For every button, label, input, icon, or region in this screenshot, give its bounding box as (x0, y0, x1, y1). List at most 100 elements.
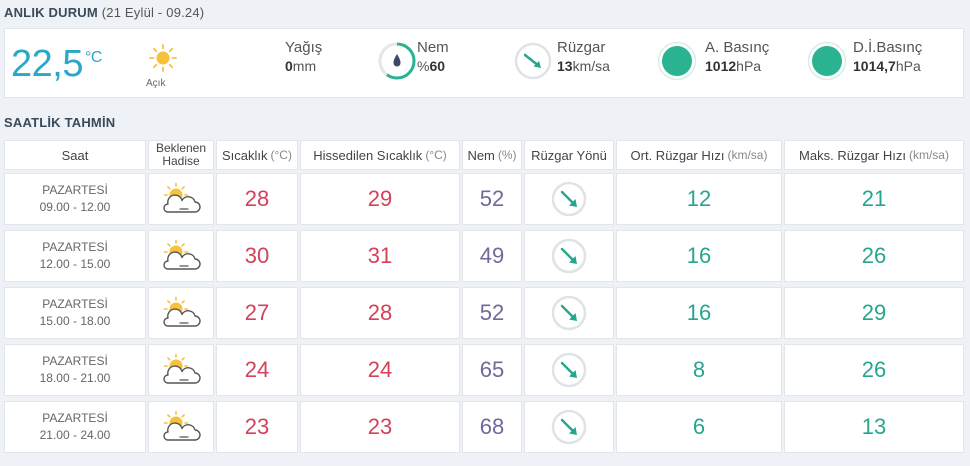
header-humidity-label: Nem (467, 147, 495, 163)
sea-pressure-value: 1014,7 (853, 58, 896, 74)
humidity-cell: 68 (462, 401, 522, 453)
event-cell (148, 230, 214, 282)
wind-direction-icon (513, 41, 553, 81)
header-wind-direction-label: Rüzgar Yönü (531, 147, 607, 163)
time-cell: PAZARTESİ 18.00 - 21.00 (4, 344, 146, 396)
wind-direction-icon (551, 352, 587, 388)
header-max-wind-unit: (km/sa) (908, 148, 949, 162)
time-cell: PAZARTESİ 15.00 - 18.00 (4, 287, 146, 339)
header-temperature-label: Sıcaklık (222, 147, 268, 163)
sea-pressure-label: D.İ.Basınç (853, 39, 923, 56)
pressure-label: A. Basınç (705, 39, 770, 56)
time-cell: PAZARTESİ 21.00 - 24.00 (4, 401, 146, 453)
max-wind-cell: 29 (784, 287, 964, 339)
temperature-value: 22,5 (11, 43, 83, 85)
wind-direction-cell (524, 287, 614, 339)
header-time-label: Saat (61, 147, 89, 163)
partly-cloudy-icon (163, 239, 201, 270)
current-temperature: 22,5 °C (11, 43, 102, 86)
partly-cloudy-icon (163, 353, 201, 384)
temperature-cell: 27 (216, 287, 298, 339)
time-cell: PAZARTESİ 09.00 - 12.00 (4, 173, 146, 225)
humidity-cell: 52 (462, 287, 522, 339)
pressure-unit: hPa (736, 58, 762, 74)
temperature-cell: 30 (216, 230, 298, 282)
row-day: PAZARTESİ (42, 354, 108, 368)
max-wind-cell: 26 (784, 230, 964, 282)
row-day: PAZARTESİ (42, 183, 108, 197)
feels-like-cell: 31 (300, 230, 460, 282)
avg-wind-cell: 16 (616, 287, 782, 339)
row-day: PAZARTESİ (42, 411, 108, 425)
header-humidity: Nem (%) (462, 140, 522, 170)
condition-text: Açık (146, 78, 166, 89)
wind-direction-icon (551, 238, 587, 274)
time-cell: PAZARTESİ 12.00 - 15.00 (4, 230, 146, 282)
row-day: PAZARTESİ (42, 297, 108, 311)
wind-direction-icon (551, 181, 587, 217)
rain-value-line: 0mm (285, 58, 322, 74)
wind-value-line: 13km/sa (557, 58, 610, 74)
row-time-range: 09.00 - 12.00 (39, 200, 111, 214)
temperature-cell: 23 (216, 401, 298, 453)
partly-cloudy-icon (163, 296, 201, 327)
humidity-value: 60 (429, 58, 446, 74)
header-temperature-unit: (°C) (270, 148, 292, 162)
pressure-metric: A. Basınç 1012hPa (705, 39, 769, 74)
wind-direction-cell (524, 230, 614, 282)
pressure-value: 1012 (705, 58, 737, 74)
header-feels-like: Hissedilen Sıcaklık (°C) (300, 140, 460, 170)
header-humidity-unit: (%) (497, 148, 517, 162)
header-max-wind: Maks. Rüzgar Hızı (km/sa) (784, 140, 964, 170)
rain-unit: mm (292, 58, 317, 74)
header-avg-wind: Ort. Rüzgar Hızı (km/sa) (616, 140, 782, 170)
header-temperature: Sıcaklık (°C) (216, 140, 298, 170)
header-event: Beklenen Hadise (148, 140, 214, 170)
humidity-prefix: % (417, 58, 430, 74)
feels-like-cell: 29 (300, 173, 460, 225)
header-time: Saat (4, 140, 146, 170)
partly-cloudy-icon (163, 410, 201, 441)
humidity-gauge-icon (377, 41, 417, 81)
header-wind-direction: Rüzgar Yönü (524, 140, 614, 170)
wind-direction-cell (524, 344, 614, 396)
row-day: PAZARTESİ (42, 240, 108, 254)
avg-wind-cell: 6 (616, 401, 782, 453)
max-wind-cell: 26 (784, 344, 964, 396)
humidity-cell: 65 (462, 344, 522, 396)
sea-pressure-metric: D.İ.Basınç 1014,7hPa (853, 39, 922, 74)
avg-wind-cell: 8 (616, 344, 782, 396)
temperature-cell: 24 (216, 344, 298, 396)
row-time-range: 12.00 - 15.00 (39, 257, 111, 271)
header-feels-like-unit: (°C) (425, 148, 447, 162)
feels-like-cell: 23 (300, 401, 460, 453)
wind-direction-cell (524, 173, 614, 225)
wind-value: 13 (557, 58, 573, 74)
header-max-wind-label: Maks. Rüzgar Hızı (799, 147, 906, 163)
pressure-gauge-icon (657, 41, 697, 81)
partly-cloudy-icon (163, 182, 201, 213)
row-time-range: 15.00 - 18.00 (39, 314, 111, 328)
sun-icon (149, 44, 177, 72)
row-time-range: 18.00 - 21.00 (39, 371, 111, 385)
rain-value: 0 (285, 58, 293, 74)
rain-label: Yağış (285, 39, 323, 56)
max-wind-cell: 13 (784, 401, 964, 453)
wind-direction-icon (551, 409, 587, 445)
header-avg-wind-label: Ort. Rüzgar Hızı (630, 147, 725, 163)
wind-unit: km/sa (572, 58, 610, 74)
humidity-metric: Nem %60 (417, 39, 449, 74)
feels-like-cell: 24 (300, 344, 460, 396)
temperature-unit: °C (84, 49, 102, 66)
sea-pressure-value-line: 1014,7hPa (853, 58, 922, 74)
event-cell (148, 344, 214, 396)
wind-label: Rüzgar (557, 39, 606, 56)
feels-like-cell: 28 (300, 287, 460, 339)
pressure-value-line: 1012hPa (705, 58, 769, 74)
wind-direction-icon (551, 295, 587, 331)
rain-metric: Yağış 0mm (285, 39, 322, 74)
avg-wind-cell: 12 (616, 173, 782, 225)
row-time-range: 21.00 - 24.00 (39, 428, 111, 442)
temperature-cell: 28 (216, 173, 298, 225)
event-cell (148, 401, 214, 453)
